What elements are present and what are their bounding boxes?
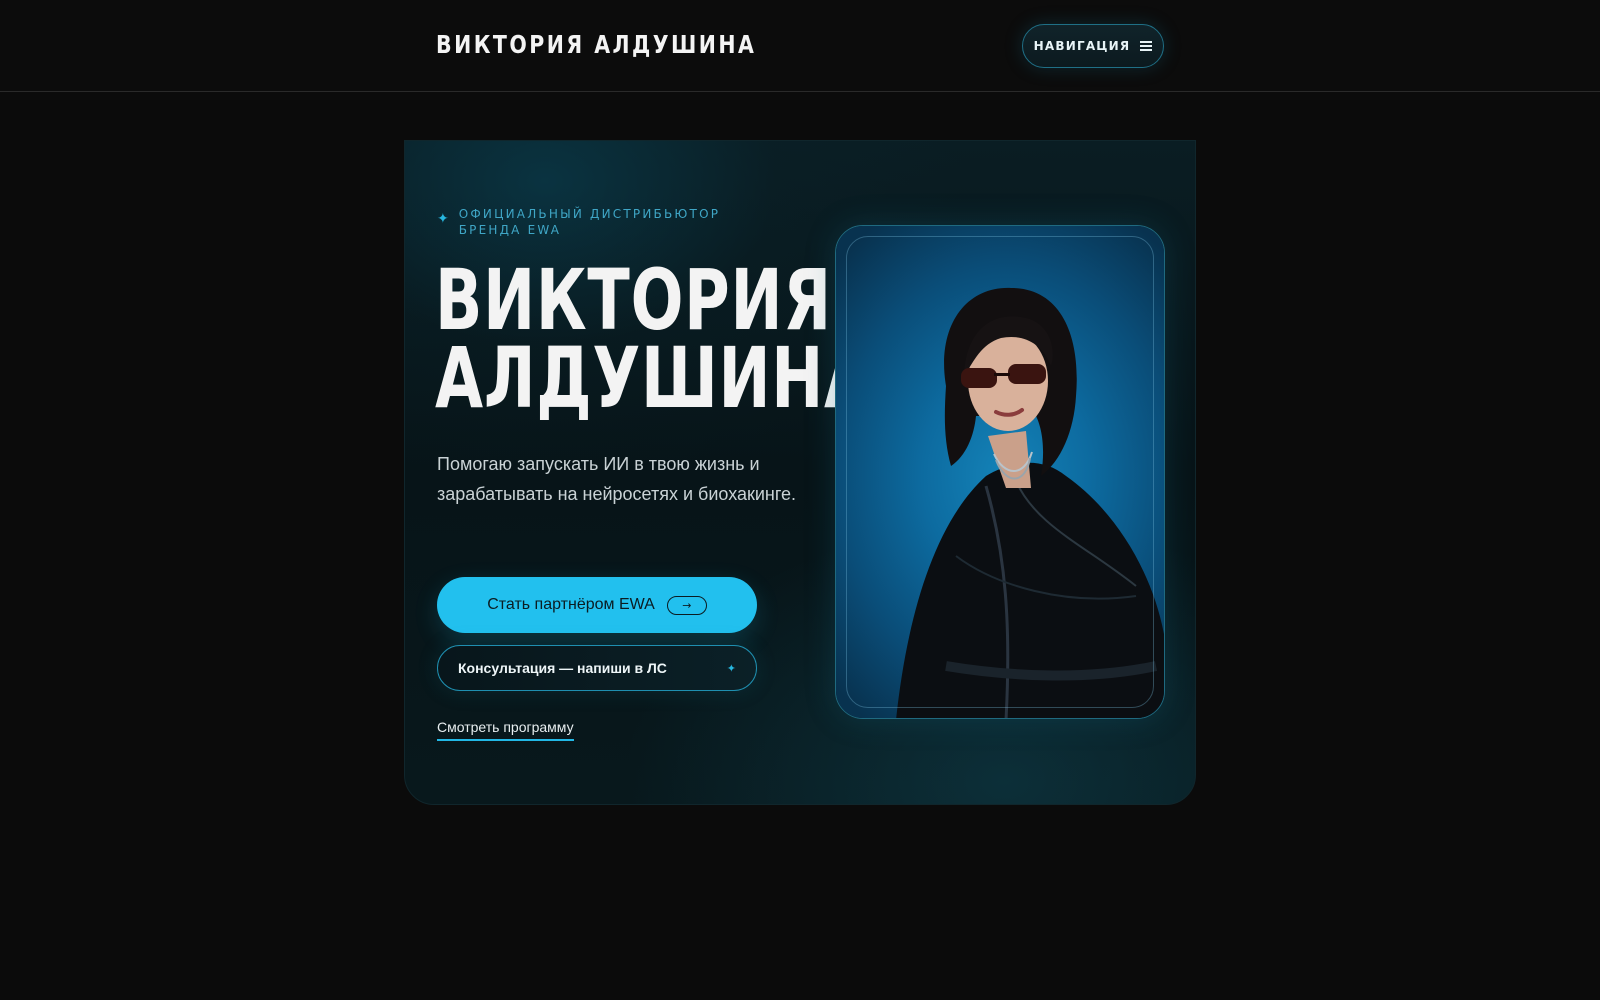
hero-card: ✦ ОФИЦИАЛЬНЫЙ ДИСТРИБЬЮТОР БРЕНДА EWA ВИ… (404, 140, 1196, 805)
consultation-button[interactable]: Консультация — напиши в ЛС ✦ (437, 645, 757, 691)
consultation-label: Консультация — напиши в ЛС (458, 660, 667, 676)
hero-title-line-1: ВИКТОРИЯ (435, 251, 832, 349)
portrait-frame (835, 225, 1165, 719)
hamburger-icon (1140, 41, 1153, 51)
portrait-figure (896, 287, 1164, 718)
sparkle-icon: ✦ (726, 661, 736, 675)
arrow-right-icon: → (666, 595, 707, 615)
become-partner-label: Стать партнёром EWA (487, 596, 655, 613)
brand-logo[interactable]: ВИКТОРИЯ АЛДУШИНА (436, 30, 756, 59)
navigation-button[interactable]: НАВИГАЦИЯ (1022, 24, 1164, 68)
sparkle-icon: ✦ (437, 211, 449, 227)
become-partner-button[interactable]: Стать партнёром EWA → (437, 577, 757, 633)
eyebrow: ✦ ОФИЦИАЛЬНЫЙ ДИСТРИБЬЮТОР БРЕНДА EWA (437, 206, 777, 238)
site-header: ВИКТОРИЯ АЛДУШИНА НАВИГАЦИЯ (0, 0, 1600, 92)
hero-subtitle: Помогаю запускать ИИ в твою жизнь и зара… (437, 454, 797, 504)
navigation-label: НАВИГАЦИЯ (1033, 39, 1131, 53)
hero-title-line-2: АЛДУШИНА (435, 329, 873, 427)
view-program-link[interactable]: Смотреть программу (437, 719, 574, 741)
hero-title: ВИКТОРИЯ АЛДУШИНА (435, 251, 873, 427)
eyebrow-text: ОФИЦИАЛЬНЫЙ ДИСТРИБЬЮТОР БРЕНДА EWA (458, 207, 721, 237)
